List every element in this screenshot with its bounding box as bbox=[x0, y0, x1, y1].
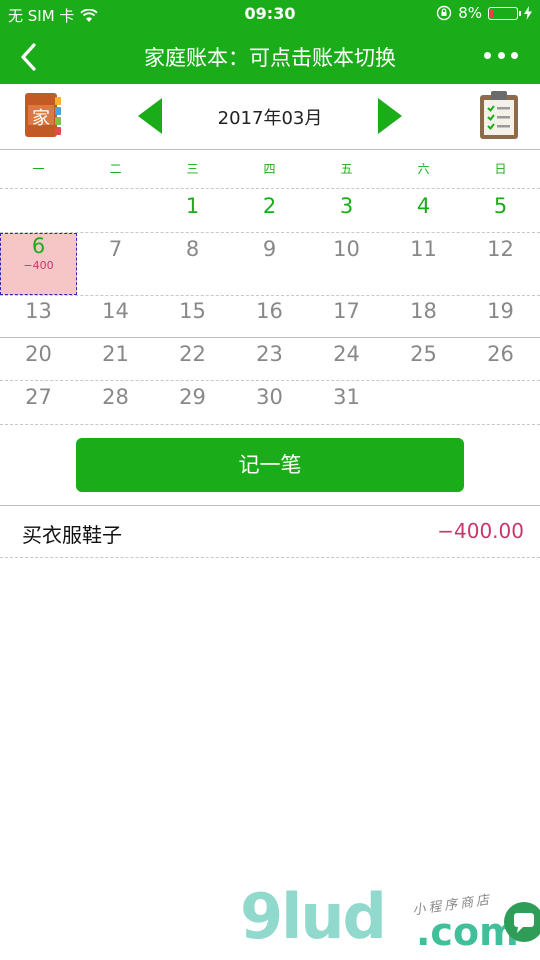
prev-month-icon[interactable] bbox=[136, 96, 164, 136]
battery-percent: 8% bbox=[458, 4, 482, 22]
ledger-book-icon[interactable]: 家 bbox=[23, 91, 65, 139]
watermark-brand: 9lud bbox=[240, 880, 387, 953]
weekday-label: 一 bbox=[32, 162, 45, 176]
calendar-day[interactable]: 21 bbox=[77, 342, 154, 366]
divider bbox=[0, 557, 540, 558]
calendar-day[interactable]: 2 bbox=[231, 194, 308, 218]
calendar-day[interactable]: 15 bbox=[154, 299, 231, 323]
charging-icon bbox=[524, 6, 532, 20]
calendar-day[interactable]: 28 bbox=[77, 385, 154, 409]
calendar-day[interactable]: 30 bbox=[231, 385, 308, 409]
divider bbox=[0, 232, 540, 233]
clipboard-list-icon[interactable] bbox=[478, 89, 520, 141]
calendar-day[interactable]: 18 bbox=[385, 299, 462, 323]
calendar-day[interactable]: 3 bbox=[308, 194, 385, 218]
more-menu-icon[interactable] bbox=[484, 42, 518, 68]
rotation-lock-icon bbox=[437, 5, 452, 21]
calendar-day[interactable]: 14 bbox=[77, 299, 154, 323]
next-month-icon[interactable] bbox=[376, 96, 404, 136]
calendar-day[interactable]: 12 bbox=[462, 237, 539, 261]
chat-bubble-icon bbox=[504, 902, 540, 942]
calendar-day[interactable]: 5 bbox=[462, 194, 539, 218]
weekday-label: 六 bbox=[417, 162, 430, 176]
calendar-day[interactable]: 13 bbox=[0, 299, 77, 323]
weekday-label: 二 bbox=[109, 162, 122, 176]
weekday-header: 一 二 三 四 五 六 日 bbox=[0, 160, 540, 180]
divider bbox=[0, 337, 540, 338]
calendar-day[interactable]: 25 bbox=[385, 342, 462, 366]
calendar-day[interactable]: 1 bbox=[154, 194, 231, 218]
entry-amount: −400.00 bbox=[437, 519, 524, 543]
calendar-day-selected[interactable]: 6 −400 bbox=[0, 233, 77, 295]
calendar-day[interactable]: 9 bbox=[231, 237, 308, 261]
calendar-day[interactable]: 16 bbox=[231, 299, 308, 323]
entry-name: 买衣服鞋子 bbox=[22, 523, 122, 547]
divider bbox=[0, 380, 540, 381]
watermark-logo: 9lud 小程序商店 .com bbox=[240, 880, 540, 960]
day-expense-amount: −400 bbox=[23, 259, 54, 272]
calendar-day[interactable]: 23 bbox=[231, 342, 308, 366]
page-title[interactable]: 家庭账本：可点击账本切换 bbox=[0, 42, 540, 72]
add-record-button[interactable]: 记一笔 bbox=[76, 438, 464, 492]
weekday-label: 三 bbox=[186, 162, 199, 176]
status-bar: 无 SIM 卡 09:30 8% bbox=[0, 0, 540, 30]
list-item[interactable]: 买衣服鞋子 −400.00 bbox=[0, 506, 540, 556]
nav-bar: 家庭账本：可点击账本切换 bbox=[0, 30, 540, 84]
calendar-day[interactable]: 29 bbox=[154, 385, 231, 409]
calendar-day[interactable]: 8 bbox=[154, 237, 231, 261]
calendar-day[interactable]: 17 bbox=[308, 299, 385, 323]
status-right: 8% bbox=[436, 4, 532, 22]
month-bar: 家 2017年03月 bbox=[0, 84, 540, 148]
calendar-day[interactable]: 4 bbox=[385, 194, 462, 218]
calendar-day[interactable]: 10 bbox=[308, 237, 385, 261]
battery-icon bbox=[488, 6, 521, 20]
ledger-book-label: 家 bbox=[32, 108, 50, 129]
calendar-day[interactable]: 19 bbox=[462, 299, 539, 323]
divider bbox=[0, 188, 540, 189]
calendar-day[interactable]: 24 bbox=[308, 342, 385, 366]
calendar-day[interactable]: 31 bbox=[308, 385, 385, 409]
divider bbox=[0, 149, 540, 150]
weekday-label: 日 bbox=[494, 162, 507, 176]
calendar-day[interactable]: 20 bbox=[0, 342, 77, 366]
calendar-day[interactable]: 27 bbox=[0, 385, 77, 409]
calendar-day[interactable]: 22 bbox=[154, 342, 231, 366]
calendar-day[interactable]: 7 bbox=[77, 237, 154, 261]
divider bbox=[0, 424, 540, 425]
divider bbox=[0, 295, 540, 296]
weekday-label: 五 bbox=[340, 162, 353, 176]
calendar-day[interactable]: 11 bbox=[385, 237, 462, 261]
weekday-label: 四 bbox=[263, 162, 276, 176]
current-month: 2017年03月 bbox=[217, 108, 323, 129]
calendar-day[interactable]: 26 bbox=[462, 342, 539, 366]
top-bar: 无 SIM 卡 09:30 8% 家庭账本：可点击账本切换 bbox=[0, 0, 540, 84]
selected-day-number: 6 bbox=[31, 234, 46, 258]
